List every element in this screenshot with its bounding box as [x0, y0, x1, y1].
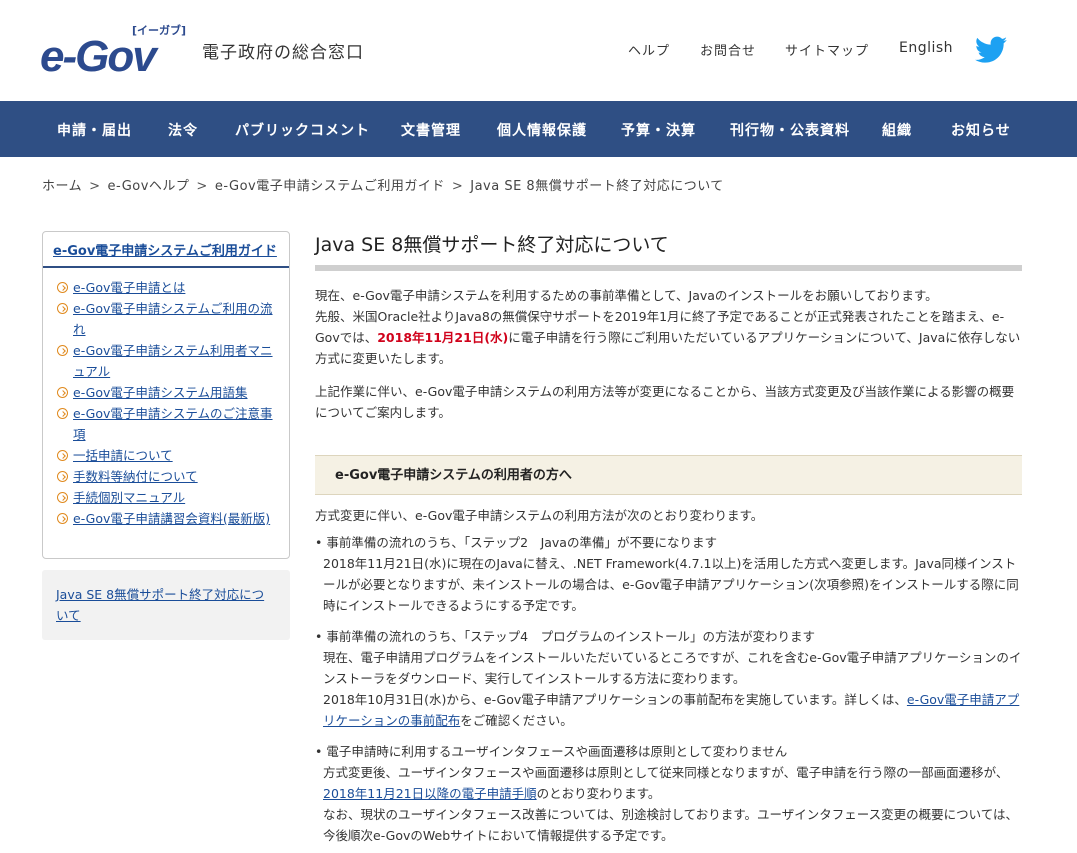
overview-paragraph: 上記作業に伴い、e-Gov電子申請システムの利用方法等が変更になることから、当該… [315, 384, 1015, 420]
help-link[interactable]: ヘルプ [628, 40, 670, 59]
item-body: 方式変更後、ユーザインタフェースや画面遷移は原則として従来同様となりますが、電子… [315, 762, 1022, 804]
gnav-item-public-comment[interactable]: パブリックコメント [235, 120, 370, 140]
contact-link[interactable]: お問合せ [700, 40, 756, 59]
change-date: 2018年11月21日(水) [377, 330, 509, 345]
intro-text-a: 現在、e-Gov電子申請システムを利用するための事前準備として、Javaのインス… [315, 288, 938, 303]
sidebar-item: 手続個別マニュアル [57, 487, 279, 508]
site-subtitle: 電子政府の総合窓口 [202, 43, 364, 63]
arrow-circle-icon [57, 471, 68, 482]
sidebar-link-bulk[interactable]: 一括申請について [73, 448, 173, 463]
item-body: 現在、電子申請用プログラムをインストールいただいているところですが、これを含むe… [323, 650, 1022, 686]
page-title: Java SE 8無償サポート終了対応について [315, 231, 1022, 271]
sidebar-current-page: Java SE 8無償サポート終了対応について [42, 570, 290, 640]
gnav-item-budget[interactable]: 予算・決算 [621, 120, 696, 140]
gnav-item-publications[interactable]: 刊行物・公表資料 [730, 120, 850, 140]
sidebar-title[interactable]: e-Gov電子申請システムご利用ガイド [53, 240, 277, 259]
item-body: 2018年10月31日(水)から、e-Gov電子申請アプリケーションの事前配布を… [315, 689, 1022, 731]
gnav-item-applications[interactable]: 申請・届出 [57, 120, 132, 140]
sidebar-link-flow[interactable]: e-Gov電子申請システムご利用の流れ [73, 301, 273, 337]
gnav-item-news[interactable]: お知らせ [951, 120, 1011, 140]
list-item: 事前準備の流れのうち、「ステップ2 Javaの準備」が不要になります 2018年… [315, 532, 1022, 616]
gnav-item-laws[interactable]: 法令 [168, 120, 198, 140]
sidebar-item: e-Gov電子申請講習会資料(最新版) [57, 508, 279, 529]
sidebar-item: e-Gov電子申請システムのご注意事項 [57, 403, 279, 445]
intro-paragraph: 現在、e-Gov電子申請システムを利用するための事前準備として、Javaのインス… [315, 285, 1022, 369]
sidebar-link-manual[interactable]: e-Gov電子申請システム利用者マニュアル [73, 343, 273, 379]
logo-text: e-Gov [40, 32, 157, 81]
change-list: 事前準備の流れのうち、「ステップ2 Javaの準備」が不要になります 2018年… [315, 532, 1022, 846]
breadcrumb-current: Java SE 8無償サポート終了対応について [470, 179, 724, 194]
sidebar-item: 手数料等納付について [57, 466, 279, 487]
gnav-item-documents[interactable]: 文書管理 [401, 120, 461, 140]
item-lead: 事前準備の流れのうち、「ステップ4 プログラムのインストール」の方法が変わります [315, 626, 1022, 647]
arrow-circle-icon [57, 513, 68, 524]
egov-logo[interactable]: [イーガブ] e-Gov [40, 22, 200, 81]
sidebar-link-current[interactable]: Java SE 8無償サポート終了対応について [56, 587, 264, 623]
item-text: をご確認ください。 [460, 713, 573, 728]
item-text: 2018年10月31日(水)から、e-Gov電子申請アプリケーションの事前配布を… [323, 692, 907, 707]
list-item: 事前準備の流れのうち、「ステップ4 プログラムのインストール」の方法が変わります… [315, 626, 1022, 731]
twitter-icon[interactable] [975, 36, 1007, 64]
item-body: なお、現状のユーザインタフェース改善については、別途検討しております。ユーザイン… [323, 807, 1019, 843]
sidebar-list: e-Gov電子申請とは e-Gov電子申請システムご利用の流れ e-Gov電子申… [57, 277, 279, 529]
breadcrumb-home[interactable]: ホーム [42, 179, 82, 194]
section-heading: e-Gov電子申請システムの利用者の方へ [315, 455, 1022, 495]
sidebar-item: e-Gov電子申請とは [57, 277, 279, 298]
main-content: Java SE 8無償サポート終了対応について 現在、e-Gov電子申請システム… [315, 231, 1022, 853]
sidebar-link-about[interactable]: e-Gov電子申請とは [73, 280, 185, 295]
arrow-circle-icon [57, 450, 68, 461]
list-item: 電子申請時に利用するユーザインタフェースや画面遷移は原則として変わりません 方式… [315, 741, 1022, 846]
arrow-circle-icon [57, 408, 68, 419]
breadcrumb-guide[interactable]: e-Gov電子申請システムご利用ガイド [215, 179, 445, 194]
sidebar-title-divider [43, 266, 289, 268]
sidebar-link-glossary[interactable]: e-Gov電子申請システム用語集 [73, 385, 248, 400]
breadcrumb-separator: > [196, 179, 208, 194]
english-link[interactable]: English [899, 40, 953, 56]
sidebar-menu: e-Gov電子申請システムご利用ガイド e-Gov電子申請とは e-Gov電子申… [42, 231, 290, 559]
sidebar-item: e-Gov電子申請システムご利用の流れ [57, 298, 279, 340]
item-lead: 電子申請時に利用するユーザインタフェースや画面遷移は原則として変わりません [315, 741, 1022, 762]
arrow-circle-icon [57, 282, 68, 293]
sidebar-link-procedure-manual[interactable]: 手続個別マニュアル [73, 490, 185, 505]
item-text: のとおり変わります。 [536, 786, 661, 801]
new-procedure-link[interactable]: 2018年11月21日以降の電子申請手順 [323, 786, 537, 801]
arrow-circle-icon [57, 387, 68, 398]
arrow-circle-icon [57, 492, 68, 503]
item-lead: 事前準備の流れのうち、「ステップ2 Javaの準備」が不要になります [315, 532, 1022, 553]
item-text: 方式変更後、ユーザインタフェースや画面遷移は原則として従来同様となりますが、電子… [323, 765, 1009, 780]
arrow-circle-icon [57, 303, 68, 314]
gnav-item-privacy[interactable]: 個人情報保護 [497, 120, 587, 140]
item-body: 2018年11月21日(水)に現在のJavaに替え、.NET Framework… [323, 556, 1019, 613]
sidebar-link-notes[interactable]: e-Gov電子申請システムのご注意事項 [73, 406, 273, 442]
sitemap-link[interactable]: サイトマップ [785, 40, 869, 59]
sidebar-link-fees[interactable]: 手数料等納付について [73, 469, 198, 484]
site-header: [イーガブ] e-Gov 電子政府の総合窓口 ヘルプ お問合せ サイトマップ E… [0, 0, 1077, 101]
breadcrumb-separator: > [451, 179, 464, 194]
sidebar-item: e-Gov電子申請システム用語集 [57, 382, 279, 403]
gnav-item-organization[interactable]: 組織 [882, 120, 912, 140]
arrow-circle-icon [57, 345, 68, 356]
sidebar-item: e-Gov電子申請システム利用者マニュアル [57, 340, 279, 382]
section-intro: 方式変更に伴い、e-Gov電子申請システムの利用方法が次のとおり変わります。 [315, 508, 764, 523]
breadcrumb-separator: > [89, 179, 101, 194]
sidebar-item: 一括申請について [57, 445, 279, 466]
breadcrumb-egov-help[interactable]: e-Govヘルプ [108, 179, 190, 194]
global-nav: 申請・届出 法令 パブリックコメント 文書管理 個人情報保護 予算・決算 刊行物… [0, 101, 1077, 157]
sidebar-link-seminar[interactable]: e-Gov電子申請講習会資料(最新版) [73, 511, 270, 526]
breadcrumb: ホーム > e-Govヘルプ > e-Gov電子申請システムご利用ガイド > Java SE… [42, 175, 724, 194]
